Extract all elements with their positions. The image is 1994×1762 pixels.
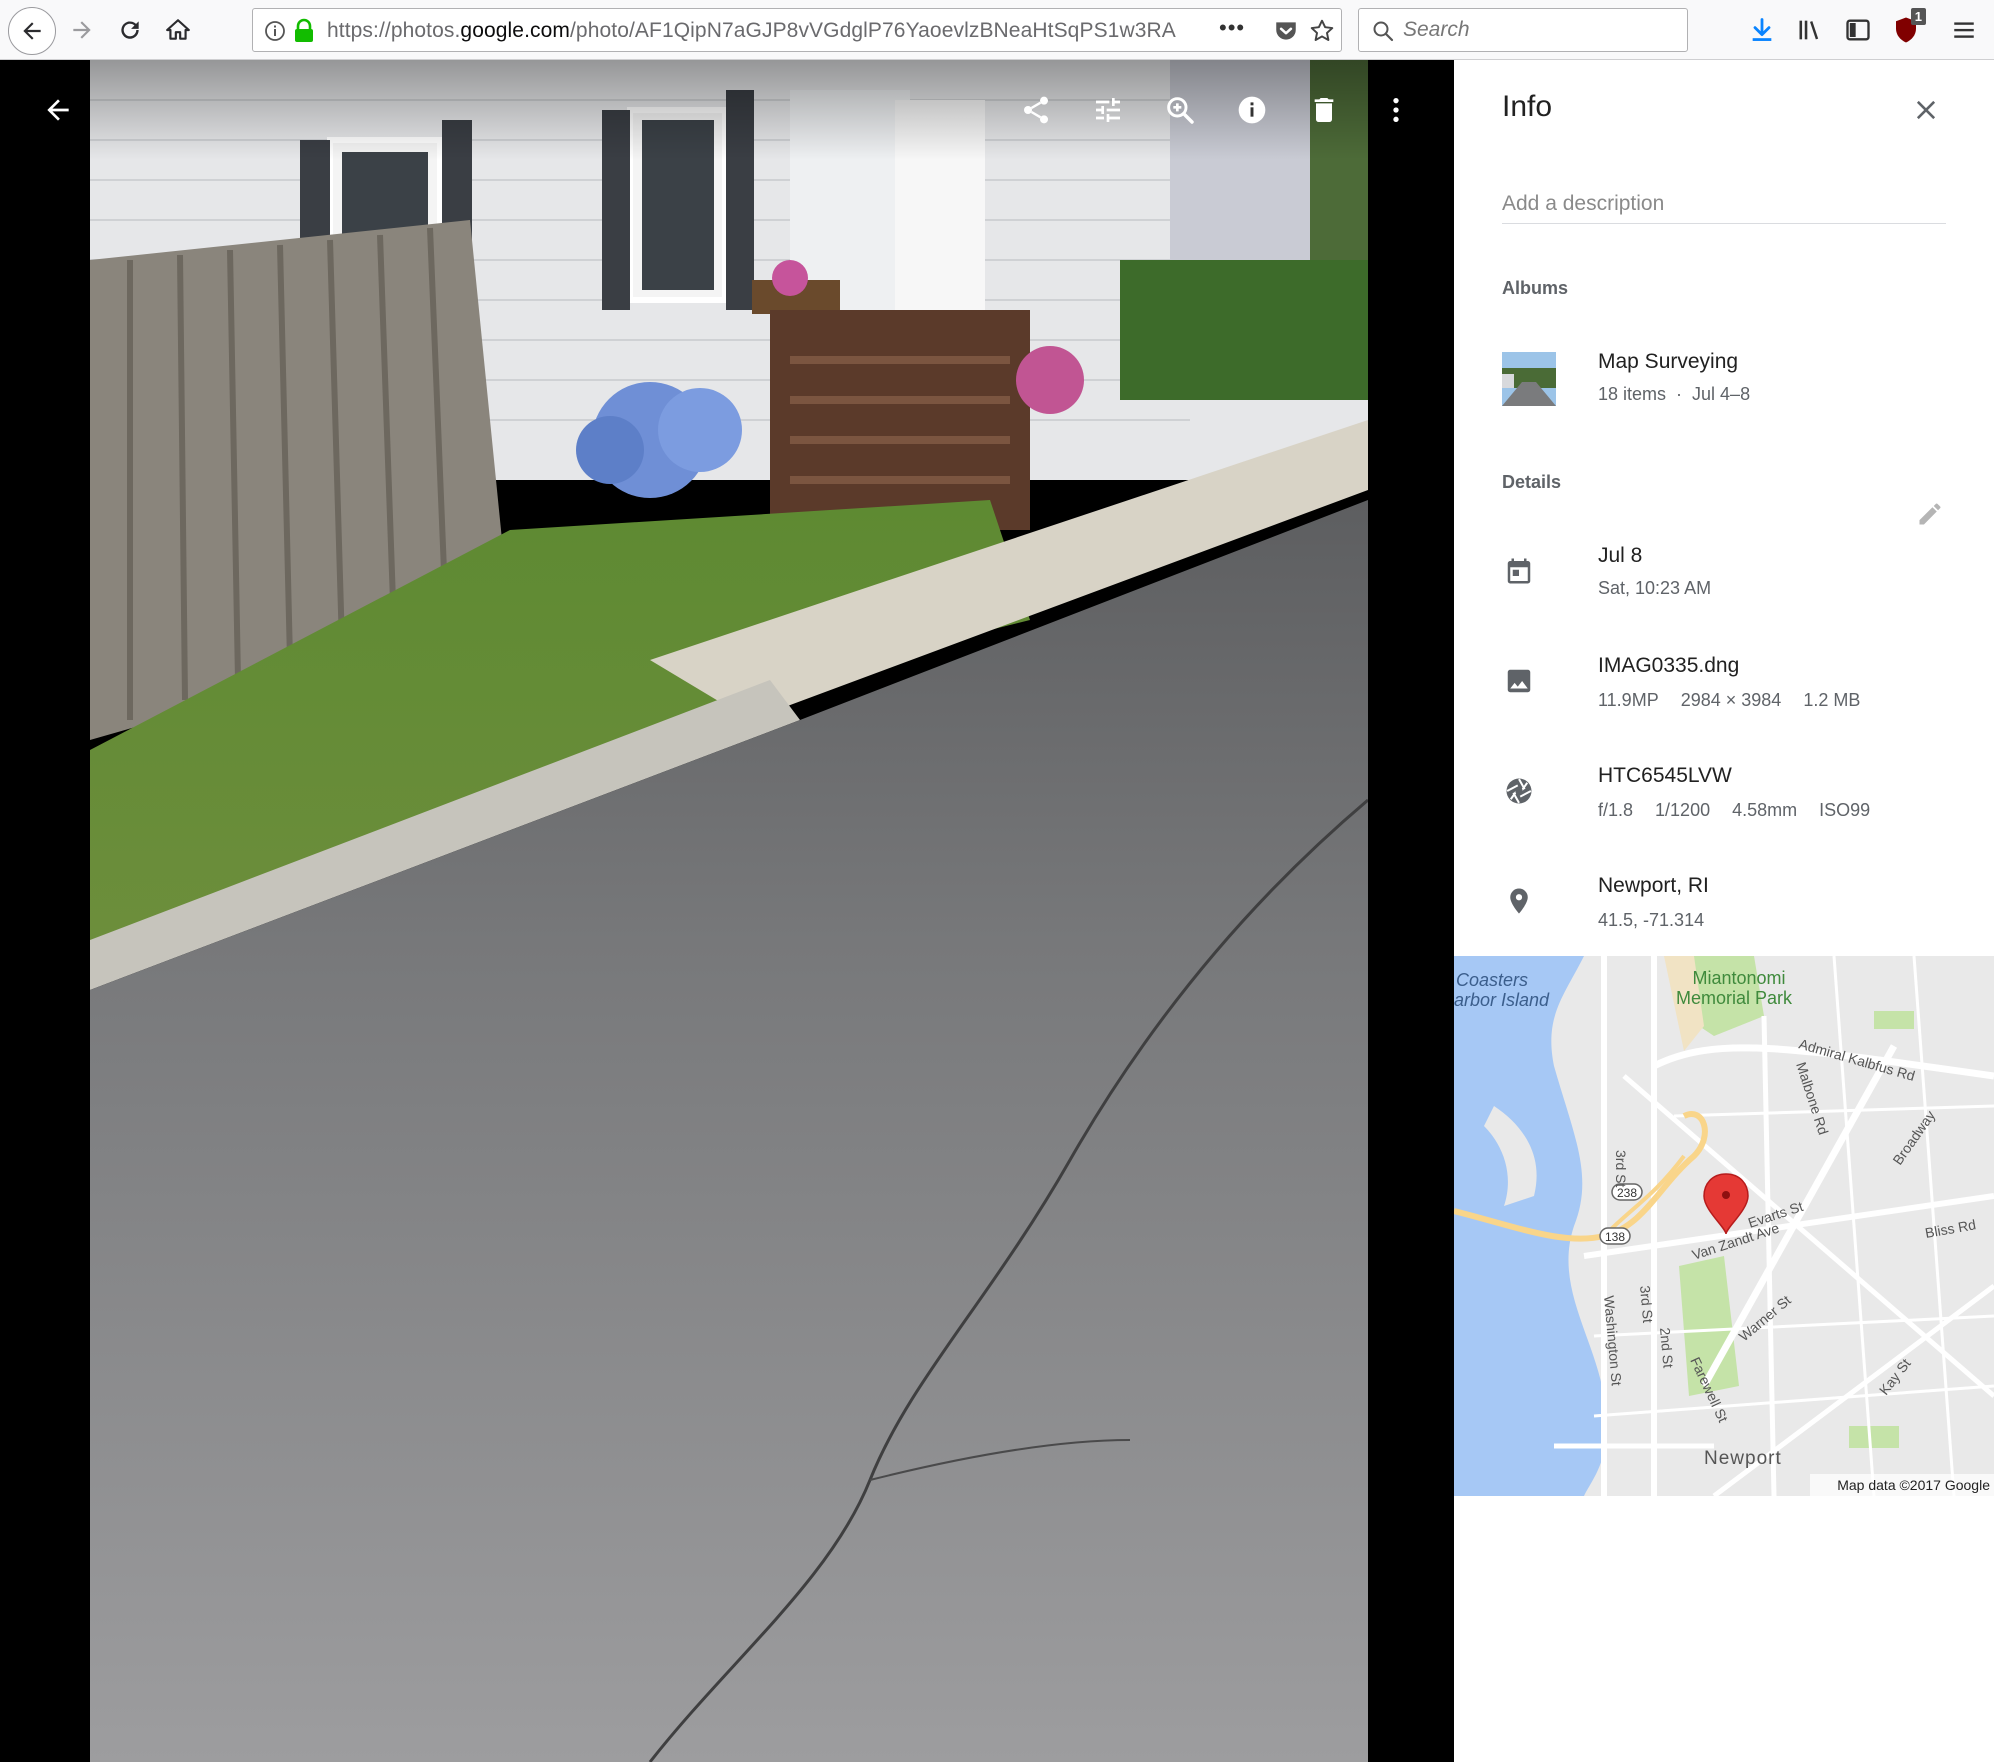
location-place[interactable]: Newport, RI <box>1598 874 1709 898</box>
url-prefix: https://photos. <box>327 19 461 42</box>
date-primary[interactable]: Jul 8 <box>1598 544 1642 568</box>
location-coords: 41.5, -71.314 <box>1598 910 1705 930</box>
photo-viewer <box>0 60 1454 1762</box>
info-panel: Info Albums Map Surveying 18 items · Jul 4… <box>1454 60 1994 1762</box>
album-separator: · <box>1676 384 1683 404</box>
url-text[interactable]: https://photos.google.com/photo/AF1QipN7… <box>327 19 1176 43</box>
info-icon <box>1238 96 1266 124</box>
camera-focal: 4.58mm <box>1732 800 1798 820</box>
close-info-button[interactable] <box>1904 88 1948 132</box>
downloads-button[interactable] <box>1744 12 1780 48</box>
file-megapixels: 11.9MP <box>1598 690 1659 710</box>
ublock-button[interactable]: 1 <box>1888 8 1926 48</box>
file-resolution: 2984 × 3984 <box>1680 690 1782 710</box>
menu-button[interactable] <box>1946 12 1982 48</box>
sidebar-icon <box>1846 19 1870 41</box>
album-cover-image <box>1502 352 1556 406</box>
download-arrow-icon <box>1752 18 1772 41</box>
url-path: /photo/AF1QipN7aGJP8vVGdglP76YaoevlzBNea… <box>570 19 1176 42</box>
search-input[interactable] <box>1403 15 1673 45</box>
zoom-button[interactable] <box>1156 86 1204 134</box>
library-button[interactable] <box>1792 12 1828 48</box>
album-thumbnail[interactable] <box>1502 352 1556 406</box>
file-name: IMAG0335.dng <box>1598 654 1740 677</box>
map-label-newport: Newport <box>1704 1448 1782 1469</box>
close-viewer-button[interactable] <box>34 86 82 134</box>
street-photo-image <box>90 60 1368 1762</box>
edit-pencil-icon[interactable] <box>1916 500 1944 528</box>
info-title: Info <box>1502 90 1553 123</box>
location-pin-icon <box>1502 884 1536 918</box>
reload-icon <box>121 21 139 39</box>
map-label-park2: Memorial Park <box>1676 988 1793 1008</box>
home-button[interactable] <box>156 8 200 52</box>
edit-button[interactable] <box>1084 86 1132 134</box>
tune-icon <box>1096 98 1120 122</box>
map-label-coasters: Coasters <box>1456 970 1528 990</box>
file-size: 1.2 MB <box>1803 690 1861 710</box>
browser-toolbar: https://photos.google.com/photo/AF1QipN7… <box>0 0 1994 60</box>
image-icon <box>1502 664 1536 698</box>
calendar-icon <box>1502 554 1536 588</box>
camera-aperture-icon <box>1502 774 1536 808</box>
description-input[interactable] <box>1502 184 1946 224</box>
zoom-in-icon <box>1167 97 1194 124</box>
camera-model: HTC6545LVW <box>1598 764 1732 787</box>
album-count: 18 items <box>1598 384 1667 404</box>
albums-heading: Albums <box>1502 278 1569 298</box>
trash-icon <box>1314 98 1334 122</box>
bookmark-star-icon[interactable] <box>1309 18 1335 44</box>
share-button[interactable] <box>1012 86 1060 134</box>
arrow-left-icon <box>23 22 41 40</box>
forward-button[interactable] <box>60 8 104 52</box>
info-button[interactable] <box>1228 86 1276 134</box>
search-bar[interactable] <box>1358 8 1688 52</box>
arrow-left-icon <box>47 99 69 121</box>
map-label-138: 138 <box>1605 1230 1625 1244</box>
map-image: 238 138 Coasters arbor Island Miantonomi… <box>1454 956 1994 1496</box>
more-options-button[interactable] <box>1372 86 1420 134</box>
search-icon <box>1373 21 1394 42</box>
arrow-right-icon <box>73 21 91 39</box>
album-dates: Jul 4–8 <box>1692 384 1751 404</box>
share-icon <box>1024 96 1048 124</box>
ublock-badge: 1 <box>1910 8 1926 25</box>
details-heading: Details <box>1502 472 1562 492</box>
photo[interactable] <box>90 60 1368 1762</box>
lock-icon <box>295 18 313 42</box>
map-attribution: Map data ©2017 Google <box>1837 1477 1990 1493</box>
map-label-3rd-st: 3rd St <box>1613 1150 1629 1187</box>
camera-iso: ISO99 <box>1819 800 1871 820</box>
more-vert-icon <box>1393 98 1399 122</box>
map-label-harbor: arbor Island <box>1454 990 1550 1010</box>
library-icon <box>1799 20 1819 40</box>
camera-meta: f/1.8 1/1200 4.58mm ISO99 <box>1598 800 1892 821</box>
hamburger-menu-icon <box>1954 22 1974 38</box>
url-bar[interactable]: https://photos.google.com/photo/AF1QipN7… <box>252 8 1342 52</box>
page-actions-button[interactable]: ••• <box>1219 15 1245 41</box>
pocket-icon[interactable] <box>1273 18 1299 44</box>
map-label-3rd-st-2: 3rd St <box>1637 1285 1656 1324</box>
camera-aperture: f/1.8 <box>1598 800 1634 820</box>
site-info-icon[interactable] <box>263 19 287 43</box>
back-button[interactable] <box>8 7 56 55</box>
camera-shutter: 1/1200 <box>1655 800 1711 820</box>
reload-button[interactable] <box>108 8 152 52</box>
home-icon <box>166 19 190 40</box>
close-icon <box>1916 100 1936 120</box>
date-secondary: Sat, 10:23 AM <box>1598 578 1712 598</box>
url-domain: google.com <box>460 19 570 42</box>
location-map[interactable]: 238 138 Coasters arbor Island Miantonomi… <box>1454 956 1994 1496</box>
album-name[interactable]: Map Surveying <box>1598 350 1738 374</box>
map-label-238: 238 <box>1617 1186 1637 1200</box>
map-label-park1: Miantonomi <box>1692 968 1785 988</box>
viewer-toolbar <box>0 60 1454 160</box>
delete-button[interactable] <box>1300 86 1348 134</box>
album-meta: 18 items · Jul 4–8 <box>1598 384 1772 405</box>
file-meta: 11.9MP 2984 × 3984 1.2 MB <box>1598 690 1882 711</box>
sidebar-button[interactable] <box>1840 12 1876 48</box>
